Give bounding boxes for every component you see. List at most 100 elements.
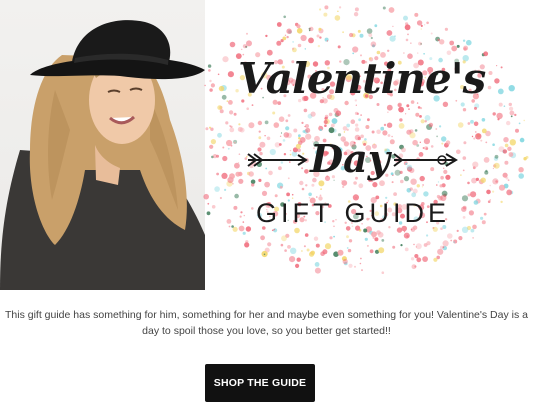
confetti-dot: [360, 114, 362, 116]
confetti-dot: [500, 66, 503, 69]
confetti-dot: [346, 128, 349, 131]
confetti-dot: [308, 37, 314, 44]
confetti-dot: [403, 15, 408, 21]
confetti-dot: [462, 39, 466, 42]
confetti-dot: [462, 169, 465, 172]
confetti-dot: [487, 85, 492, 90]
confetti-dot: [503, 137, 509, 143]
confetti-dot: [305, 127, 311, 133]
confetti-dot: [419, 115, 422, 118]
confetti-dot: [445, 140, 451, 145]
confetti-dot: [335, 110, 342, 116]
confetti-dot: [271, 229, 274, 232]
confetti-dot: [458, 236, 463, 241]
confetti-dot: [306, 248, 310, 252]
confetti-dot: [473, 200, 479, 205]
confetti-dot: [449, 40, 455, 46]
confetti-dot: [405, 22, 409, 26]
confetti-dot: [406, 129, 412, 135]
confetti-dot: [472, 237, 474, 239]
confetti-dot: [374, 237, 379, 242]
confetti-dot: [315, 243, 320, 248]
confetti-dot: [439, 125, 442, 128]
confetti-dot: [440, 175, 444, 180]
confetti-dot: [251, 183, 255, 187]
confetti-dot: [229, 127, 235, 133]
confetti-dot: [361, 269, 363, 272]
confetti-dot: [453, 241, 456, 244]
confetti-dot: [258, 178, 262, 182]
confetti-dot: [461, 195, 469, 202]
confetti-dot: [319, 36, 322, 39]
confetti-dot: [389, 35, 396, 42]
confetti-dot: [272, 111, 276, 115]
confetti-dot: [404, 247, 409, 252]
confetti-dot: [398, 123, 405, 129]
confetti-dot: [227, 71, 234, 78]
confetti-dot: [303, 108, 308, 113]
confetti-dot: [328, 112, 333, 117]
confetti-dot: [274, 194, 278, 198]
confetti-dot: [462, 108, 467, 112]
confetti-dot: [414, 254, 419, 258]
confetti-dot: [248, 122, 255, 129]
confetti-dot: [260, 235, 265, 241]
confetti-dot: [485, 141, 488, 144]
confetti-dot: [246, 107, 249, 110]
confetti-dot: [211, 205, 216, 209]
confetti-dot: [298, 137, 301, 140]
confetti-dot: [518, 173, 524, 179]
confetti-dot: [376, 129, 381, 135]
confetti-dot: [204, 84, 206, 87]
confetti-dot: [232, 183, 234, 185]
confetti-dot: [323, 12, 328, 17]
confetti-dot: [357, 29, 361, 33]
confetti-dot: [492, 190, 495, 193]
confetti-dot: [411, 192, 417, 198]
confetti-dot: [423, 243, 428, 247]
confetti-dot: [463, 45, 469, 51]
confetti-dot: [509, 106, 514, 111]
confetti-dot: [391, 135, 393, 138]
confetti-dot: [342, 258, 348, 265]
confetti-dot: [371, 130, 375, 134]
confetti-dot: [456, 44, 460, 48]
confetti-dot: [319, 194, 322, 197]
confetti-dot: [414, 12, 419, 17]
confetti-dot: [497, 88, 504, 95]
confetti-dot: [360, 257, 362, 260]
confetti-dot: [359, 262, 362, 265]
confetti-dot: [305, 184, 308, 187]
confetti-dot: [481, 220, 486, 225]
confetti-dot: [416, 20, 423, 26]
confetti-dot: [339, 6, 342, 9]
hero-banner[interactable]: Valentine's Day GIFT GUIDE: [0, 0, 533, 290]
confetti-dot: [403, 176, 410, 182]
confetti-dot: [334, 15, 341, 21]
confetti-dot: [305, 124, 309, 128]
confetti-dot: [444, 27, 448, 31]
confetti-dot: [430, 145, 434, 148]
confetti-dot: [278, 116, 285, 122]
shop-the-guide-button[interactable]: SHOP THE GUIDE: [205, 364, 315, 402]
confetti-dot: [507, 179, 510, 182]
confetti-dot: [389, 139, 395, 145]
confetti-dot: [354, 127, 360, 132]
confetti-dot: [324, 243, 332, 250]
confetti-dot: [372, 182, 378, 188]
confetti-dot: [374, 24, 378, 28]
confetti-dot: [348, 263, 353, 268]
confetti-dot: [245, 226, 252, 232]
confetti-dot: [480, 177, 486, 183]
confetti-dot: [498, 102, 503, 107]
confetti-dot: [442, 240, 449, 247]
confetti-dot: [483, 157, 490, 163]
confetti-dot: [386, 122, 393, 128]
confetti-dot: [436, 184, 438, 186]
confetti-dot: [222, 56, 229, 63]
confetti-dot: [234, 193, 239, 199]
confetti-dot: [303, 245, 306, 248]
confetti-dot: [279, 185, 283, 189]
confetti-dot: [407, 33, 409, 36]
confetti-dot: [467, 181, 470, 185]
